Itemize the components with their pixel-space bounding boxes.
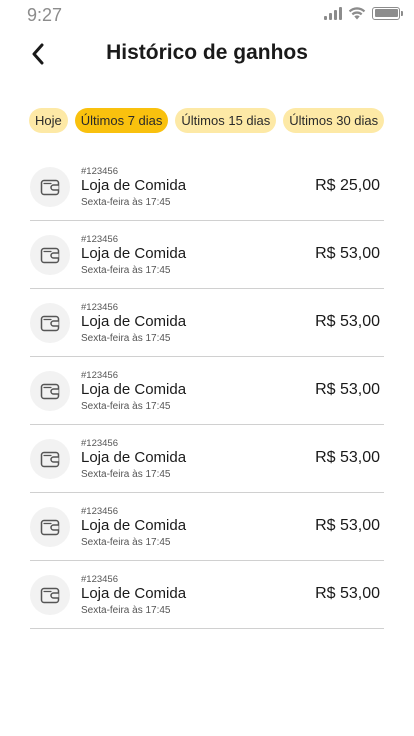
earnings-list: #123456 Loja de Comida Sexta-feira às 17… bbox=[30, 153, 384, 629]
period-filter-chip[interactable]: Últimos 7 dias bbox=[74, 108, 169, 133]
status-icons bbox=[324, 6, 403, 20]
wallet-icon bbox=[30, 167, 70, 207]
earning-amount: R$ 53,00 bbox=[315, 585, 380, 602]
store-name: Loja de Comida bbox=[81, 177, 187, 194]
store-name: Loja de Comida bbox=[81, 381, 187, 398]
earning-datetime: Sexta-feira às 17:45 bbox=[81, 265, 171, 276]
order-id: #123456 bbox=[81, 438, 118, 449]
earning-datetime: Sexta-feira às 17:45 bbox=[81, 537, 171, 548]
earning-amount: R$ 53,00 bbox=[315, 381, 380, 398]
order-id: #123456 bbox=[81, 302, 118, 313]
earning-amount: R$ 53,00 bbox=[315, 245, 380, 262]
header: Histórico de ganhos bbox=[0, 36, 414, 72]
earning-list-item[interactable]: #123456 Loja de Comida Sexta-feira às 17… bbox=[30, 221, 384, 289]
earning-datetime: Sexta-feira às 17:45 bbox=[81, 469, 171, 480]
wallet-icon bbox=[30, 235, 70, 275]
page-title: Histórico de ganhos bbox=[106, 41, 308, 64]
wifi-icon bbox=[348, 7, 366, 20]
period-filter-chips: Hoje Últimos 7 dias Últimos 15 dias Últimos… bbox=[29, 108, 385, 133]
store-name: Loja de Comida bbox=[81, 449, 187, 466]
store-name: Loja de Comida bbox=[81, 245, 187, 262]
cellular-signal-icon bbox=[324, 6, 342, 20]
period-filter-chip[interactable]: Hoje bbox=[29, 108, 68, 133]
earning-list-item[interactable]: #123456 Loja de Comida Sexta-feira às 17… bbox=[30, 493, 384, 561]
order-id: #123456 bbox=[81, 234, 118, 245]
wallet-icon bbox=[30, 507, 70, 547]
wallet-icon bbox=[30, 439, 70, 479]
order-id: #123456 bbox=[81, 370, 118, 381]
earning-list-item[interactable]: #123456 Loja de Comida Sexta-feira às 17… bbox=[30, 425, 384, 493]
battery-icon bbox=[372, 6, 403, 20]
order-id: #123456 bbox=[81, 574, 118, 585]
period-filter-chip[interactable]: Últimos 30 dias bbox=[283, 108, 385, 133]
earning-datetime: Sexta-feira às 17:45 bbox=[81, 333, 171, 344]
wallet-icon bbox=[30, 371, 70, 411]
earning-list-item[interactable]: #123456 Loja de Comida Sexta-feira às 17… bbox=[30, 357, 384, 425]
earning-datetime: Sexta-feira às 17:45 bbox=[81, 605, 171, 616]
earning-list-item[interactable]: #123456 Loja de Comida Sexta-feira às 17… bbox=[30, 289, 384, 357]
earning-list-item[interactable]: #123456 Loja de Comida Sexta-feira às 17… bbox=[30, 153, 384, 221]
earning-list-item[interactable]: #123456 Loja de Comida Sexta-feira às 17… bbox=[30, 561, 384, 629]
order-id: #123456 bbox=[81, 506, 118, 517]
store-name: Loja de Comida bbox=[81, 313, 187, 330]
earning-amount: R$ 53,00 bbox=[315, 449, 380, 466]
earning-amount: R$ 53,00 bbox=[315, 313, 380, 330]
period-filter-chip[interactable]: Últimos 15 dias bbox=[175, 108, 277, 133]
earning-datetime: Sexta-feira às 17:45 bbox=[81, 401, 171, 412]
earning-datetime: Sexta-feira às 17:45 bbox=[81, 197, 171, 208]
status-bar: 9:27 bbox=[0, 0, 414, 30]
status-time: 9:27 bbox=[27, 5, 63, 25]
earning-amount: R$ 25,00 bbox=[315, 177, 380, 194]
wallet-icon bbox=[30, 303, 70, 343]
earning-amount: R$ 53,00 bbox=[315, 517, 380, 534]
order-id: #123456 bbox=[81, 166, 118, 177]
wallet-icon bbox=[30, 575, 70, 615]
store-name: Loja de Comida bbox=[81, 585, 187, 602]
store-name: Loja de Comida bbox=[81, 517, 187, 534]
